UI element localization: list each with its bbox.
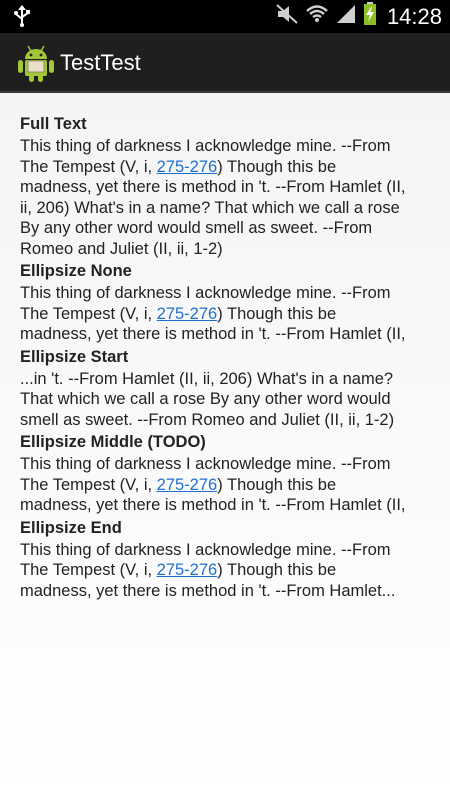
status-bar: 14:28 (0, 0, 450, 33)
section-body: This thing of darkness I acknowledge min… (20, 136, 438, 259)
section-ellipsize-middle: Ellipsize Middle (TODO) This thing of da… (20, 430, 438, 516)
android-robot-icon[interactable] (18, 43, 54, 83)
text-line: This thing of darkness I acknowledge min… (20, 455, 391, 473)
section-ellipsize-end: Ellipsize End This thing of darkness I a… (20, 516, 438, 602)
text-line: The Tempest (V, i, 275-276) Though this … (20, 475, 337, 494)
section-ellipsize-none: Ellipsize None This thing of darkness I … (20, 259, 438, 345)
mute-icon (275, 3, 299, 30)
text-line: The Tempest (V, i, 275-276) Though this … (20, 304, 337, 323)
text-line: The Tempest (V, i, 275-276) Though this … (20, 561, 337, 579)
app-title: TestTest (60, 50, 141, 75)
battery-charging-icon (363, 2, 377, 31)
section-title: Ellipsize Start (20, 347, 129, 366)
action-bar: TestTest (0, 33, 450, 93)
text-line: smell as sweet. --From Romeo and Juliet … (20, 410, 395, 429)
section-full-text: Full Text This thing of darkness I ackno… (20, 112, 438, 259)
section-title: Ellipsize None (20, 262, 132, 280)
text-line: madness, yet there is method in 't. --Fr… (20, 178, 406, 196)
section-title: Ellipsize End (20, 518, 122, 537)
signal-icon (335, 3, 357, 30)
section-body: This thing of darkness I acknowledge min… (20, 283, 438, 345)
text-line: The Tempest (V, i, 275-276) Though this … (20, 157, 337, 176)
text-line: madness, yet there is method in 't. --Fr… (20, 496, 406, 514)
status-time: 14:28 (386, 4, 442, 29)
text-line: Romeo and Juliet (II, ii, 1-2) (20, 239, 223, 258)
section-body: This thing of darkness I acknowledge min… (20, 454, 438, 516)
text-line: This thing of darkness I acknowledge min… (20, 540, 391, 559)
section-ellipsize-start: Ellipsize Start ...in 't. --From Hamlet … (20, 345, 438, 431)
text-line: madness, yet there is method in 't. --Fr… (20, 325, 406, 343)
section-body: This thing of darkness I acknowledge min… (20, 540, 438, 602)
text-line: This thing of darkness I acknowledge min… (20, 137, 391, 155)
usb-icon (12, 5, 32, 27)
reference-link[interactable]: 275-276 (157, 305, 218, 323)
section-title: Ellipsize Middle (TODO) (20, 433, 206, 451)
text-line: ...in 't. --From Hamlet (II, ii, 206) Wh… (20, 369, 394, 388)
text-line: By any other word would smell as sweet. … (20, 219, 373, 237)
text-line: This thing of darkness I acknowledge min… (20, 284, 391, 302)
content-area: Full Text This thing of darkness I ackno… (20, 112, 438, 601)
reference-link[interactable]: 275-276 (157, 476, 218, 494)
reference-link[interactable]: 275-276 (157, 158, 218, 176)
text-line: ii, 206) What's in a name? That which we… (20, 198, 400, 217)
section-title: Full Text (20, 115, 87, 133)
section-body: ...in 't. --From Hamlet (II, ii, 206) Wh… (20, 369, 438, 431)
text-line: madness, yet there is method in 't. --Fr… (20, 581, 396, 600)
wifi-icon (305, 3, 329, 30)
text-line: That which we call a rose By any other w… (20, 390, 391, 408)
reference-link[interactable]: 275-276 (157, 561, 218, 579)
